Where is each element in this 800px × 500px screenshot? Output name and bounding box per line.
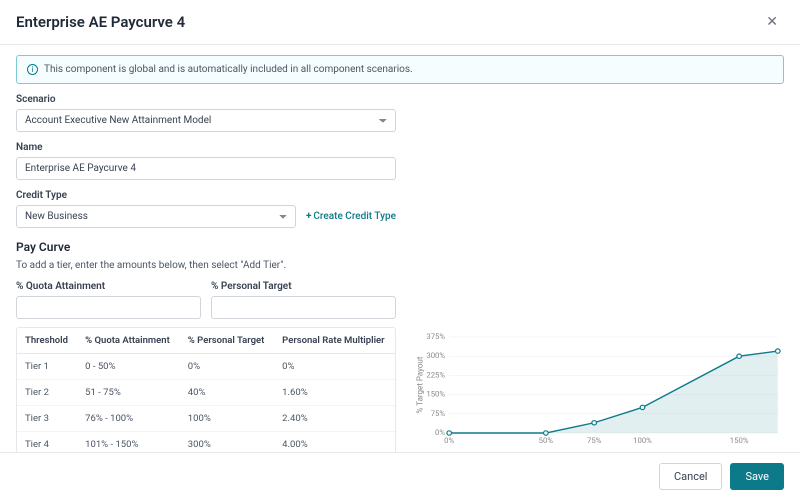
svg-text:225%: 225% [426,371,445,380]
col-quota: % Quota Attainment [77,328,180,354]
svg-text:75%: 75% [431,409,446,418]
svg-text:0%: 0% [444,436,454,445]
info-banner: i This component is global and is automa… [16,55,784,84]
table-row[interactable]: Tier 10 - 50%0%0% [17,354,395,380]
personal-target-label: % Personal Target [211,281,396,292]
svg-text:150%: 150% [730,436,749,445]
svg-text:375%: 375% [426,332,445,341]
scenario-select[interactable]: Account Executive New Attainment Model [16,109,396,132]
cancel-button[interactable]: Cancel [659,463,722,490]
table-row[interactable]: Tier 4101% - 150%300%4.00% [17,432,395,453]
plus-icon: + [306,211,311,222]
svg-text:% Quota Attainment: % Quota Attainment [577,451,650,452]
paycurve-hint: To add a tier, enter the amounts below, … [16,260,784,271]
save-button[interactable]: Save [730,463,784,490]
paycurve-title: Pay Curve [16,240,784,254]
banner-text: This component is global and is automati… [44,64,413,75]
table-row[interactable]: Tier 251 - 75%40%1.60% [17,380,395,406]
tier-table: Threshold % Quota Attainment % Personal … [16,327,396,452]
quota-attainment-label: % Quota Attainment [16,281,201,292]
personal-target-input[interactable] [211,296,396,319]
svg-text:150%: 150% [426,390,445,399]
page-title: Enterprise AE Paycurve 4 [16,13,185,31]
svg-text:50%: 50% [539,436,554,445]
col-multiplier: Personal Rate Multiplier [274,328,395,354]
create-credit-type-button[interactable]: +Create Credit Type [306,211,396,228]
credit-type-select[interactable]: New Business [16,205,296,228]
col-target: % Personal Target [180,328,274,354]
paycurve-chart: 0%75%150%225%300%375%0%50%75%100%150%% Q… [412,331,784,452]
close-icon[interactable]: ✕ [760,12,784,32]
svg-text:% Target Payout: % Target Payout [414,356,424,413]
scenario-label: Scenario [16,94,784,105]
info-icon: i [27,64,38,75]
table-row[interactable]: Tier 376% - 100%100%2.40% [17,406,395,432]
svg-text:75%: 75% [587,436,602,445]
col-threshold: Threshold [17,328,77,354]
quota-attainment-input[interactable] [16,296,201,319]
svg-text:100%: 100% [633,436,652,445]
name-label: Name [16,142,784,153]
name-input[interactable] [16,157,396,180]
svg-text:300%: 300% [426,351,445,360]
credit-type-label: Credit Type [16,190,296,201]
